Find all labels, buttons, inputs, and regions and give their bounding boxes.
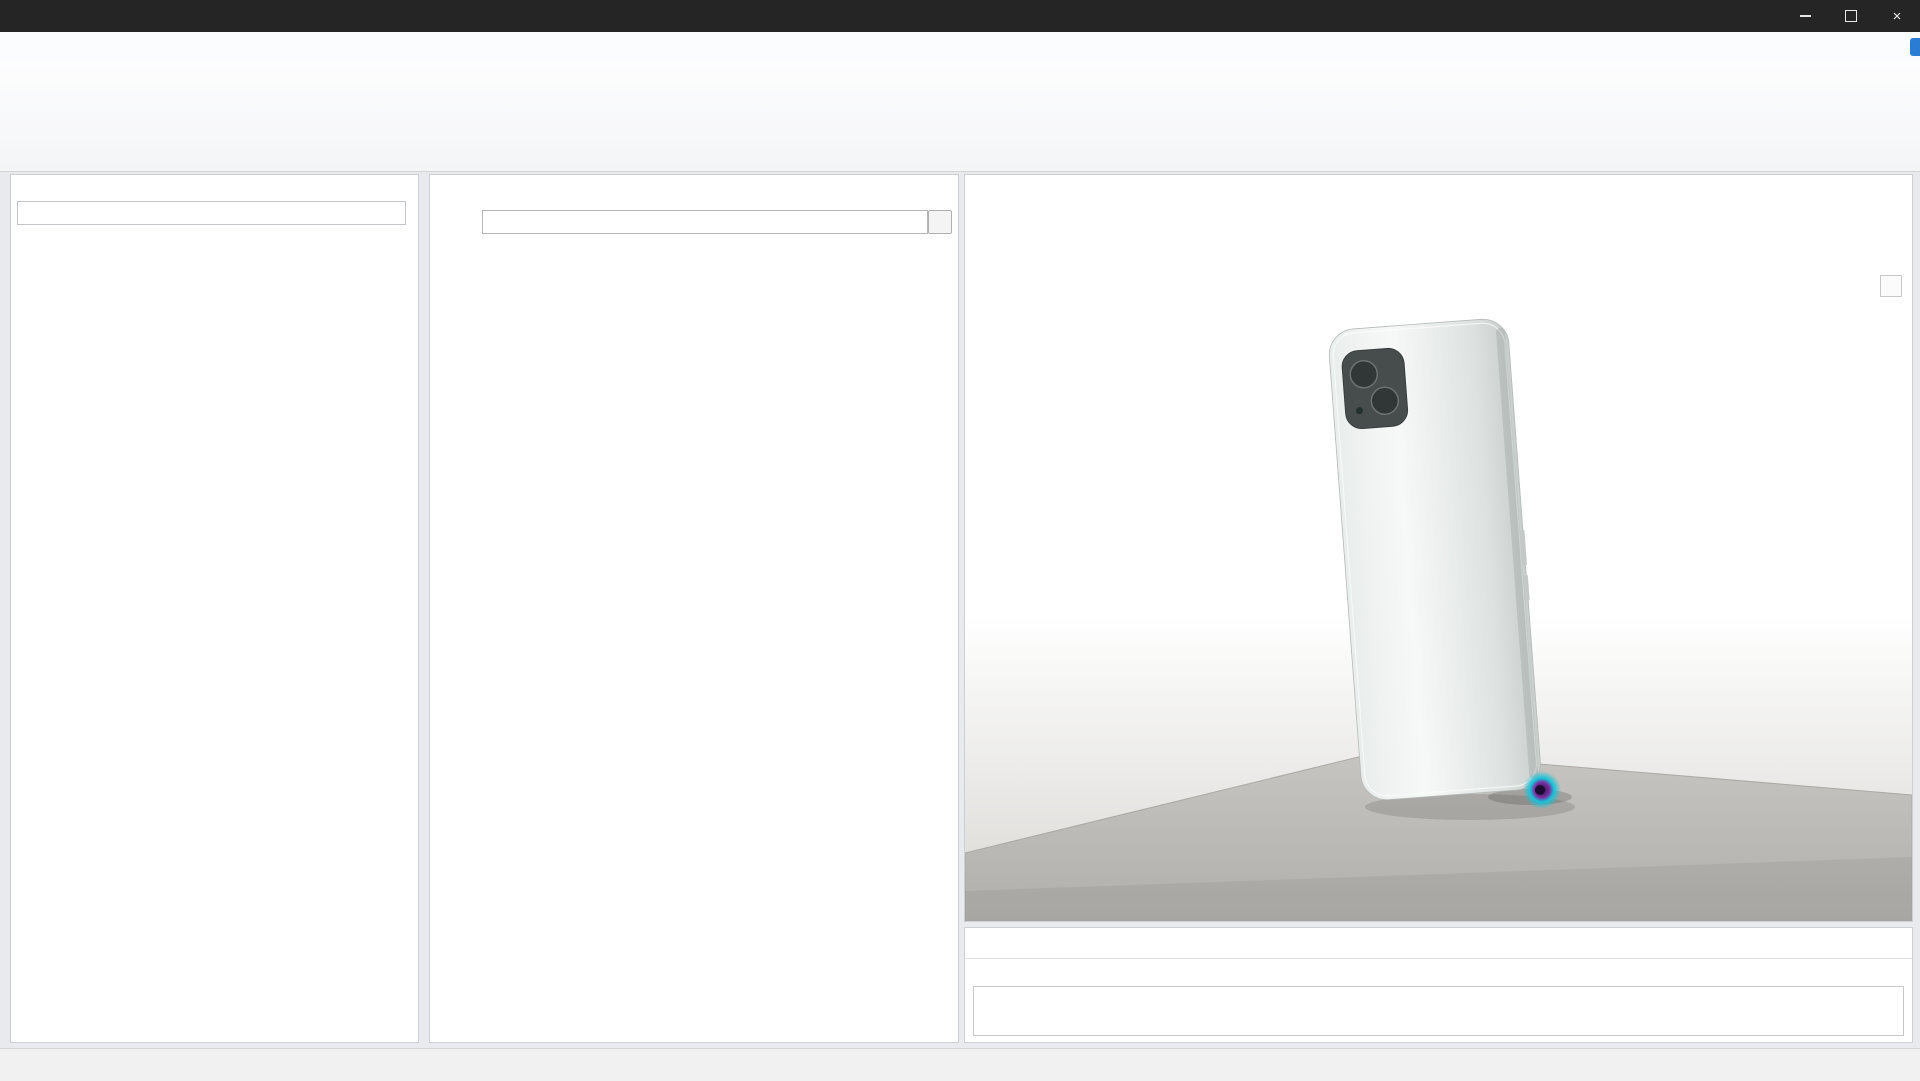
model-builder-panel (10, 174, 419, 1043)
model-builder-toolbar (11, 187, 418, 197)
minimize-button[interactable] (1782, 0, 1828, 32)
messages-panel (964, 927, 1913, 1043)
close-icon: × (1893, 8, 1902, 25)
run-button[interactable] (456, 194, 469, 198)
messages-content[interactable] (973, 986, 1904, 1036)
help-button[interactable] (1910, 38, 1920, 56)
menubar (0, 32, 1920, 63)
messages-toolbar (965, 959, 1912, 965)
graphics-canvas[interactable] (965, 241, 1912, 921)
settings-panel (429, 174, 959, 1043)
label-input[interactable] (482, 210, 928, 234)
run-to-selected-button[interactable] (437, 194, 450, 198)
color-legend-button[interactable] (1880, 275, 1902, 297)
messages-tabs (965, 928, 1912, 959)
phone-3d-scene (965, 241, 1912, 921)
minimize-icon (1800, 15, 1811, 17)
maximize-icon (1845, 10, 1857, 22)
label-settings-button[interactable] (928, 210, 952, 234)
ribbon (0, 62, 1920, 172)
graphics-panel (964, 174, 1913, 922)
statusbar (0, 1048, 1920, 1081)
window-controls: × (1782, 0, 1920, 32)
maximize-button[interactable] (1828, 0, 1874, 32)
close-button[interactable]: × (1874, 0, 1920, 32)
graphics-toolbar (965, 187, 1912, 195)
titlebar: × (0, 0, 1920, 32)
filter-input[interactable] (17, 201, 406, 225)
